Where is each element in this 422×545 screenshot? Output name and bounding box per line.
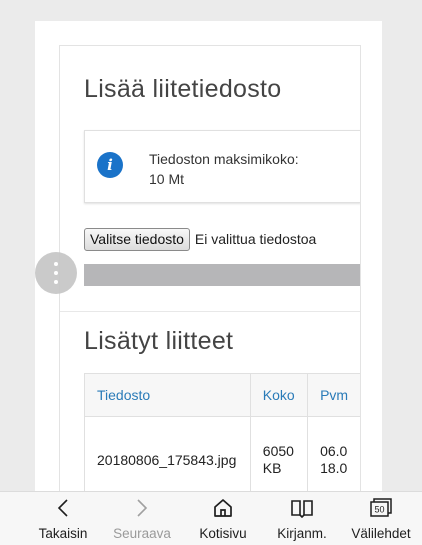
page-content: Lisää liitetiedosto i Tiedoston maksimik… [35,21,382,491]
home-icon [181,496,265,520]
cell-file-name[interactable]: 20180806_175843.jpg [85,416,251,491]
upload-title: Lisää liitetiedosto [84,75,282,103]
info-text: Tiedoston maksimikoko: 10 Mt [149,149,349,189]
cell-date: 06.0 18.0 [307,416,360,491]
nav-bookmarks-label: Kirjanm. [277,526,327,541]
nav-tabs-button[interactable]: 50 Välilehdet [339,492,422,545]
table-header-row: Tiedosto Koko Pvm [85,374,360,417]
date-line-1: 06.0 [320,443,348,460]
date-line-2: 18.0 [320,460,348,477]
info-icon: i [97,152,123,178]
nav-tabs-label: Välilehdet [351,526,411,541]
file-size-number: 6050 [262,443,294,460]
upload-progress-bar [84,264,360,286]
attachments-table: Tiedosto Koko Pvm 20180806_175843.jpg 60… [85,374,360,491]
nav-forward-label: Seuraava [113,526,171,541]
tabs-icon: 50 [339,496,422,520]
attachment-card: Lisää liitetiedosto i Tiedoston maksimik… [59,45,361,491]
nav-bookmarks-button[interactable]: Kirjanm. [260,492,344,545]
info-box: i Tiedoston maksimikoko: 10 Mt [84,130,360,203]
choose-file-button[interactable]: Valitse tiedosto [84,227,190,251]
bookmarks-icon [260,496,344,520]
nav-home-button[interactable]: Kotisivu [181,492,265,545]
attachments-table-container[interactable]: Tiedosto Koko Pvm 20180806_175843.jpg 60… [84,373,360,491]
cell-file-size: 6050 KB [250,416,309,491]
max-size-value: 10 Mt [149,171,185,187]
bottom-navigation-bar: Takaisin Seuraava Kotisivu Kirjanm. 50 V… [0,491,422,545]
nav-forward-button[interactable]: Seuraava [100,492,184,545]
nav-back-label: Takaisin [38,526,88,541]
max-size-label: Tiedoston maksimikoko: [149,151,299,167]
column-header-date[interactable]: Pvm [307,374,360,417]
table-row[interactable]: 20180806_175843.jpg 6050 KB 06.0 18.0 [85,416,360,491]
column-header-size[interactable]: Koko [250,374,309,417]
attachments-title: Lisätyt liitteet [84,327,234,355]
section-divider [60,311,360,312]
tabs-count-badge: 50 [374,505,384,515]
chevron-right-icon [100,496,184,520]
column-header-file[interactable]: Tiedosto [85,374,251,417]
chevron-left-icon [21,496,105,520]
file-status-text: Ei valittua tiedostoa [194,231,317,247]
file-size-unit: KB [262,460,282,477]
nav-home-label: Kotisivu [199,526,247,541]
kebab-menu-icon[interactable] [35,252,77,294]
nav-back-button[interactable]: Takaisin [21,492,105,545]
file-input[interactable]: Valitse tiedosto Ei valittua tiedostoa [84,227,316,251]
